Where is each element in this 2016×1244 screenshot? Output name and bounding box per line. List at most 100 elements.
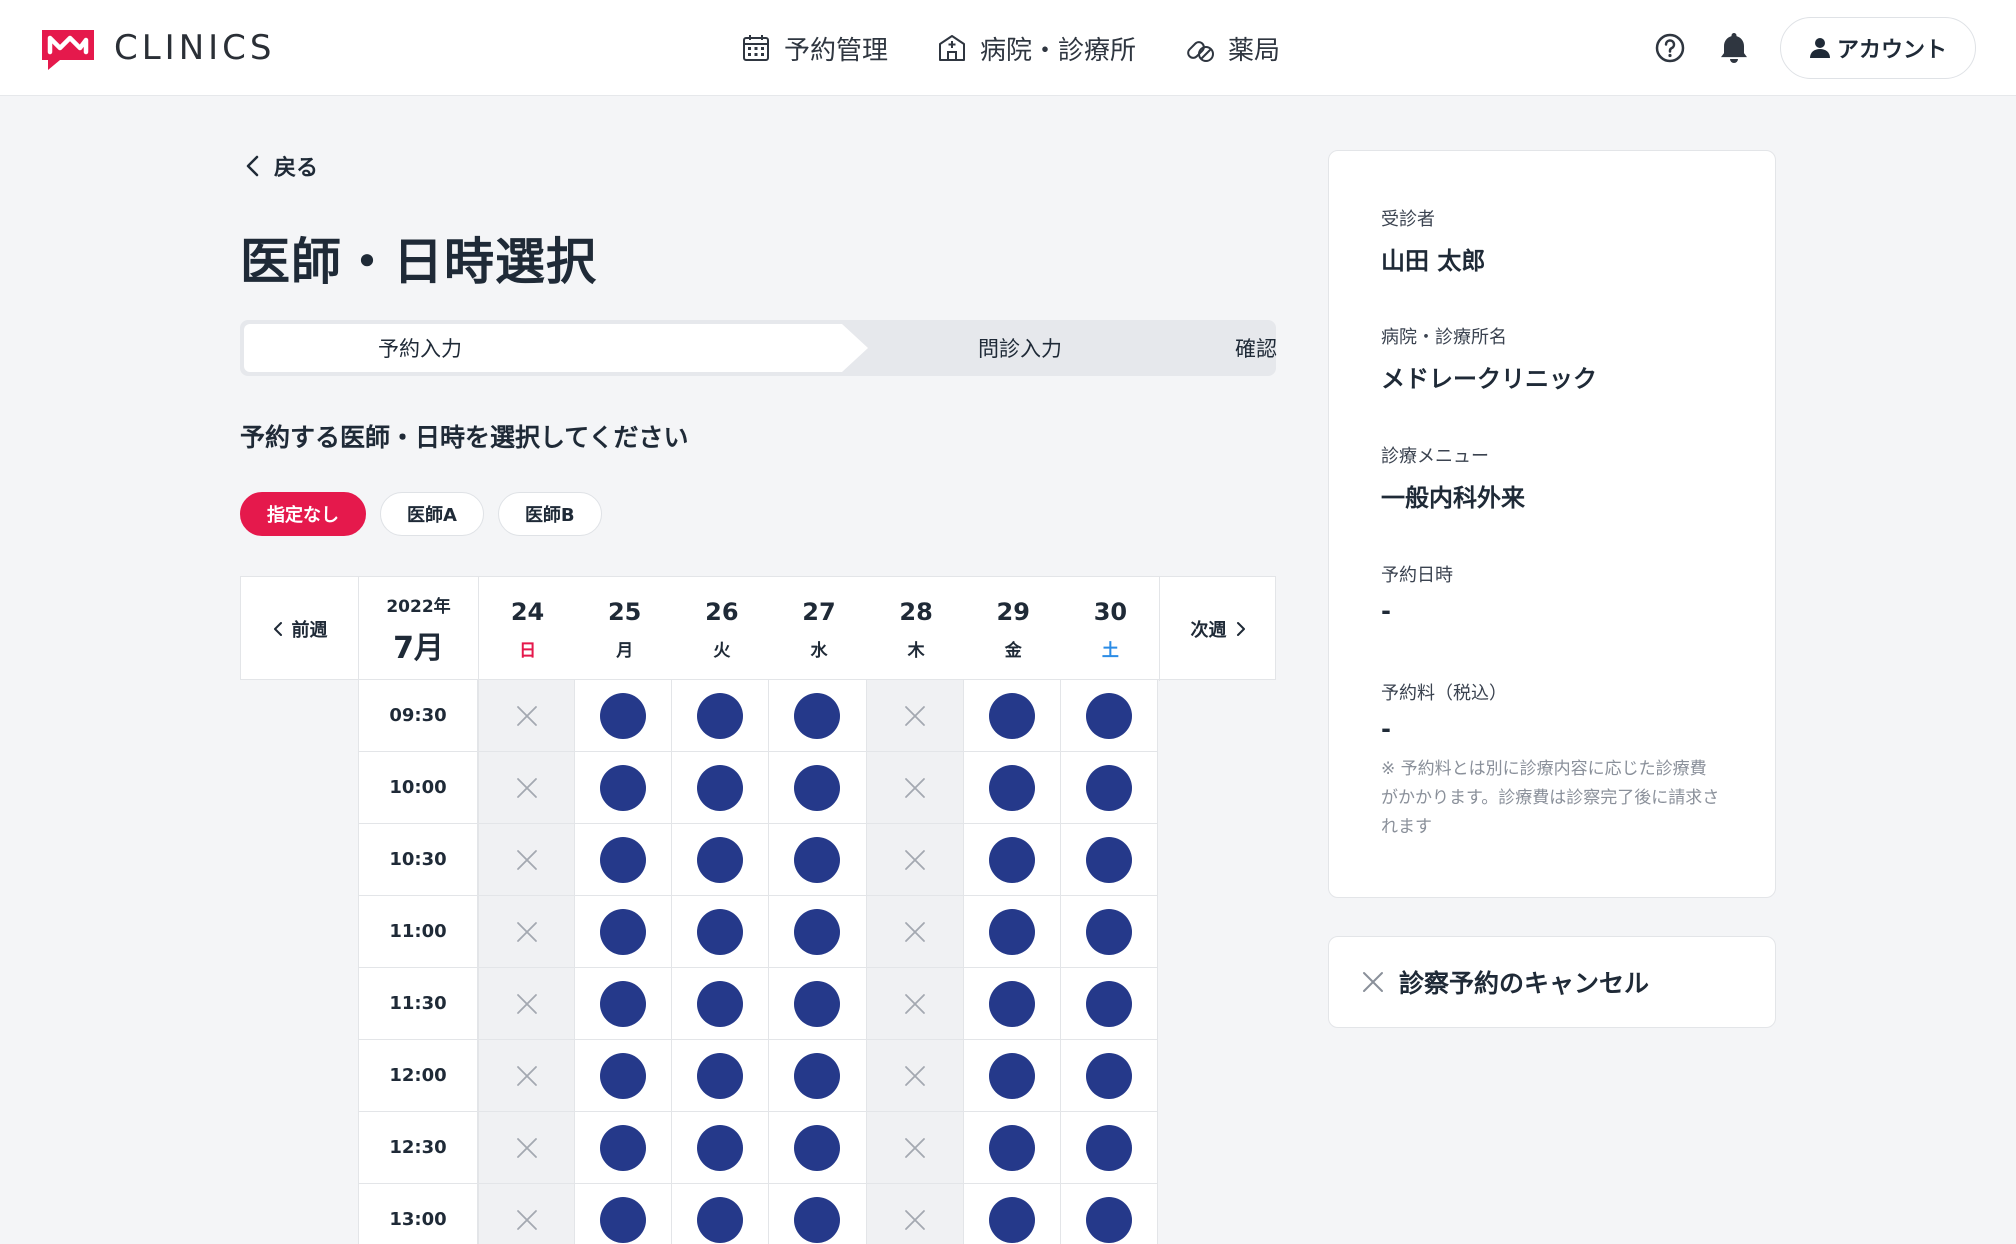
unavailable-cross-icon <box>904 777 925 798</box>
unavailable-cross-icon <box>904 921 925 942</box>
day-number: 30 <box>1093 597 1128 626</box>
slot-available[interactable] <box>672 896 770 968</box>
weekday-label: 月 <box>616 640 634 661</box>
slot-available[interactable] <box>963 1184 1061 1244</box>
slot-available[interactable] <box>963 824 1061 896</box>
bell-icon[interactable] <box>1718 30 1750 66</box>
prev-week-button[interactable]: 前週 <box>241 577 359 681</box>
nav-label: 病院・診療所 <box>980 35 1137 66</box>
slot-available[interactable] <box>1060 752 1158 824</box>
next-week-label: 次週 <box>1190 620 1227 641</box>
time-label: 12:00 <box>358 1040 478 1112</box>
slot-available[interactable] <box>1060 1040 1158 1112</box>
slot-unavailable <box>478 1184 576 1244</box>
slot-available[interactable] <box>769 896 867 968</box>
available-dot-icon <box>794 1124 841 1171</box>
available-dot-icon <box>988 1124 1035 1171</box>
nav-reservations[interactable]: 予約管理 <box>740 26 888 70</box>
weekday-label: 水 <box>810 640 828 661</box>
summary-datetime: 予約日時 - <box>1381 561 1453 625</box>
slot-available[interactable] <box>672 1184 770 1244</box>
slot-unavailable <box>866 1112 964 1184</box>
slot-available[interactable] <box>672 1040 770 1112</box>
nav-pharmacy[interactable]: 薬局 <box>1184 26 1280 70</box>
slot-available[interactable] <box>672 968 770 1040</box>
time-label: 11:00 <box>358 896 478 968</box>
slot-available[interactable] <box>769 1112 867 1184</box>
available-dot-icon <box>600 692 647 739</box>
slot-available[interactable] <box>575 968 673 1040</box>
unavailable-cross-icon <box>516 921 537 942</box>
summary-label: 診療メニュー <box>1381 446 1489 467</box>
account-label: アカウント <box>1836 38 1947 63</box>
unavailable-cross-icon <box>904 1065 925 1086</box>
slot-available[interactable] <box>963 752 1061 824</box>
slot-available[interactable] <box>672 824 770 896</box>
slot-available[interactable] <box>672 1112 770 1184</box>
nav-hospitals[interactable]: 病院・診療所 <box>936 26 1136 70</box>
slot-available[interactable] <box>769 1184 867 1244</box>
calendar-icon <box>743 35 769 61</box>
slot-available[interactable] <box>575 1040 673 1112</box>
slot-unavailable <box>478 896 576 968</box>
day-header: 24 日 <box>479 577 576 681</box>
weekday-label: 火 <box>713 640 731 661</box>
unavailable-cross-icon <box>516 849 537 870</box>
slot-available[interactable] <box>672 752 770 824</box>
slot-unavailable <box>478 1112 576 1184</box>
slot-unavailable <box>866 680 964 752</box>
next-week-button[interactable]: 次週 <box>1159 577 1277 681</box>
slot-available[interactable] <box>963 968 1061 1040</box>
day-header: 27 水 <box>770 577 867 681</box>
clinics-logo[interactable]: CLINICS <box>38 24 276 72</box>
available-dot-icon <box>988 1052 1035 1099</box>
slot-available[interactable] <box>963 896 1061 968</box>
slot-unavailable <box>866 1184 964 1244</box>
slot-available[interactable] <box>1060 1184 1158 1244</box>
summary-menu: 診療メニュー 一般内科外来 <box>1381 442 1525 513</box>
slot-available[interactable] <box>1060 968 1158 1040</box>
available-dot-icon <box>988 692 1035 739</box>
slot-available[interactable] <box>963 1112 1061 1184</box>
unavailable-cross-icon <box>904 705 925 726</box>
slot-available[interactable] <box>575 896 673 968</box>
slot-available[interactable] <box>575 824 673 896</box>
unavailable-cross-icon <box>904 1137 925 1158</box>
chip-doctor-a[interactable]: 医師A <box>380 492 484 536</box>
slot-available[interactable] <box>1060 680 1158 752</box>
slot-available[interactable] <box>1060 1112 1158 1184</box>
slot-available[interactable] <box>769 968 867 1040</box>
available-dot-icon <box>794 1196 841 1243</box>
available-dot-icon <box>1085 1052 1132 1099</box>
slot-available[interactable] <box>575 1112 673 1184</box>
chip-doctor-b[interactable]: 医師B <box>497 492 602 536</box>
slot-available[interactable] <box>1060 896 1158 968</box>
available-dot-icon <box>600 1196 647 1243</box>
slot-available[interactable] <box>963 1040 1061 1112</box>
summary-label: 病院・診療所名 <box>1381 327 1507 348</box>
slot-unavailable <box>478 824 576 896</box>
cancel-reservation-button[interactable]: 診察予約のキャンセル <box>1328 936 1776 1028</box>
slot-available[interactable] <box>575 752 673 824</box>
slot-available[interactable] <box>769 1040 867 1112</box>
fee-note: ※ 予約料とは別に診療内容に応じた診療費がかかります。診療費は診察完了後に請求さ… <box>1381 759 1720 837</box>
slot-available[interactable] <box>769 824 867 896</box>
time-label: 10:30 <box>358 824 478 896</box>
day-number: 29 <box>996 597 1030 626</box>
slot-available[interactable] <box>575 1184 673 1244</box>
back-link[interactable]: 戻る <box>244 150 318 182</box>
available-dot-icon <box>988 980 1035 1027</box>
slot-available[interactable] <box>963 680 1061 752</box>
slot-available[interactable] <box>769 752 867 824</box>
slot-available[interactable] <box>1060 824 1158 896</box>
chip-no-preference[interactable]: 指定なし <box>240 492 366 536</box>
account-button[interactable]: アカウント <box>1780 17 1976 79</box>
weekday-label: 金 <box>1004 640 1022 661</box>
calendar-header: 前週 2022年 7月 24 日 25 月 26 火 27 水 28 木 29 金 30 土 次週 <box>240 576 1277 681</box>
available-dot-icon <box>988 836 1035 883</box>
slot-available[interactable] <box>672 680 770 752</box>
slot-available[interactable] <box>769 680 867 752</box>
help-icon[interactable] <box>1654 32 1686 64</box>
logo-text: CLINICS <box>114 28 276 68</box>
slot-available[interactable] <box>575 680 673 752</box>
